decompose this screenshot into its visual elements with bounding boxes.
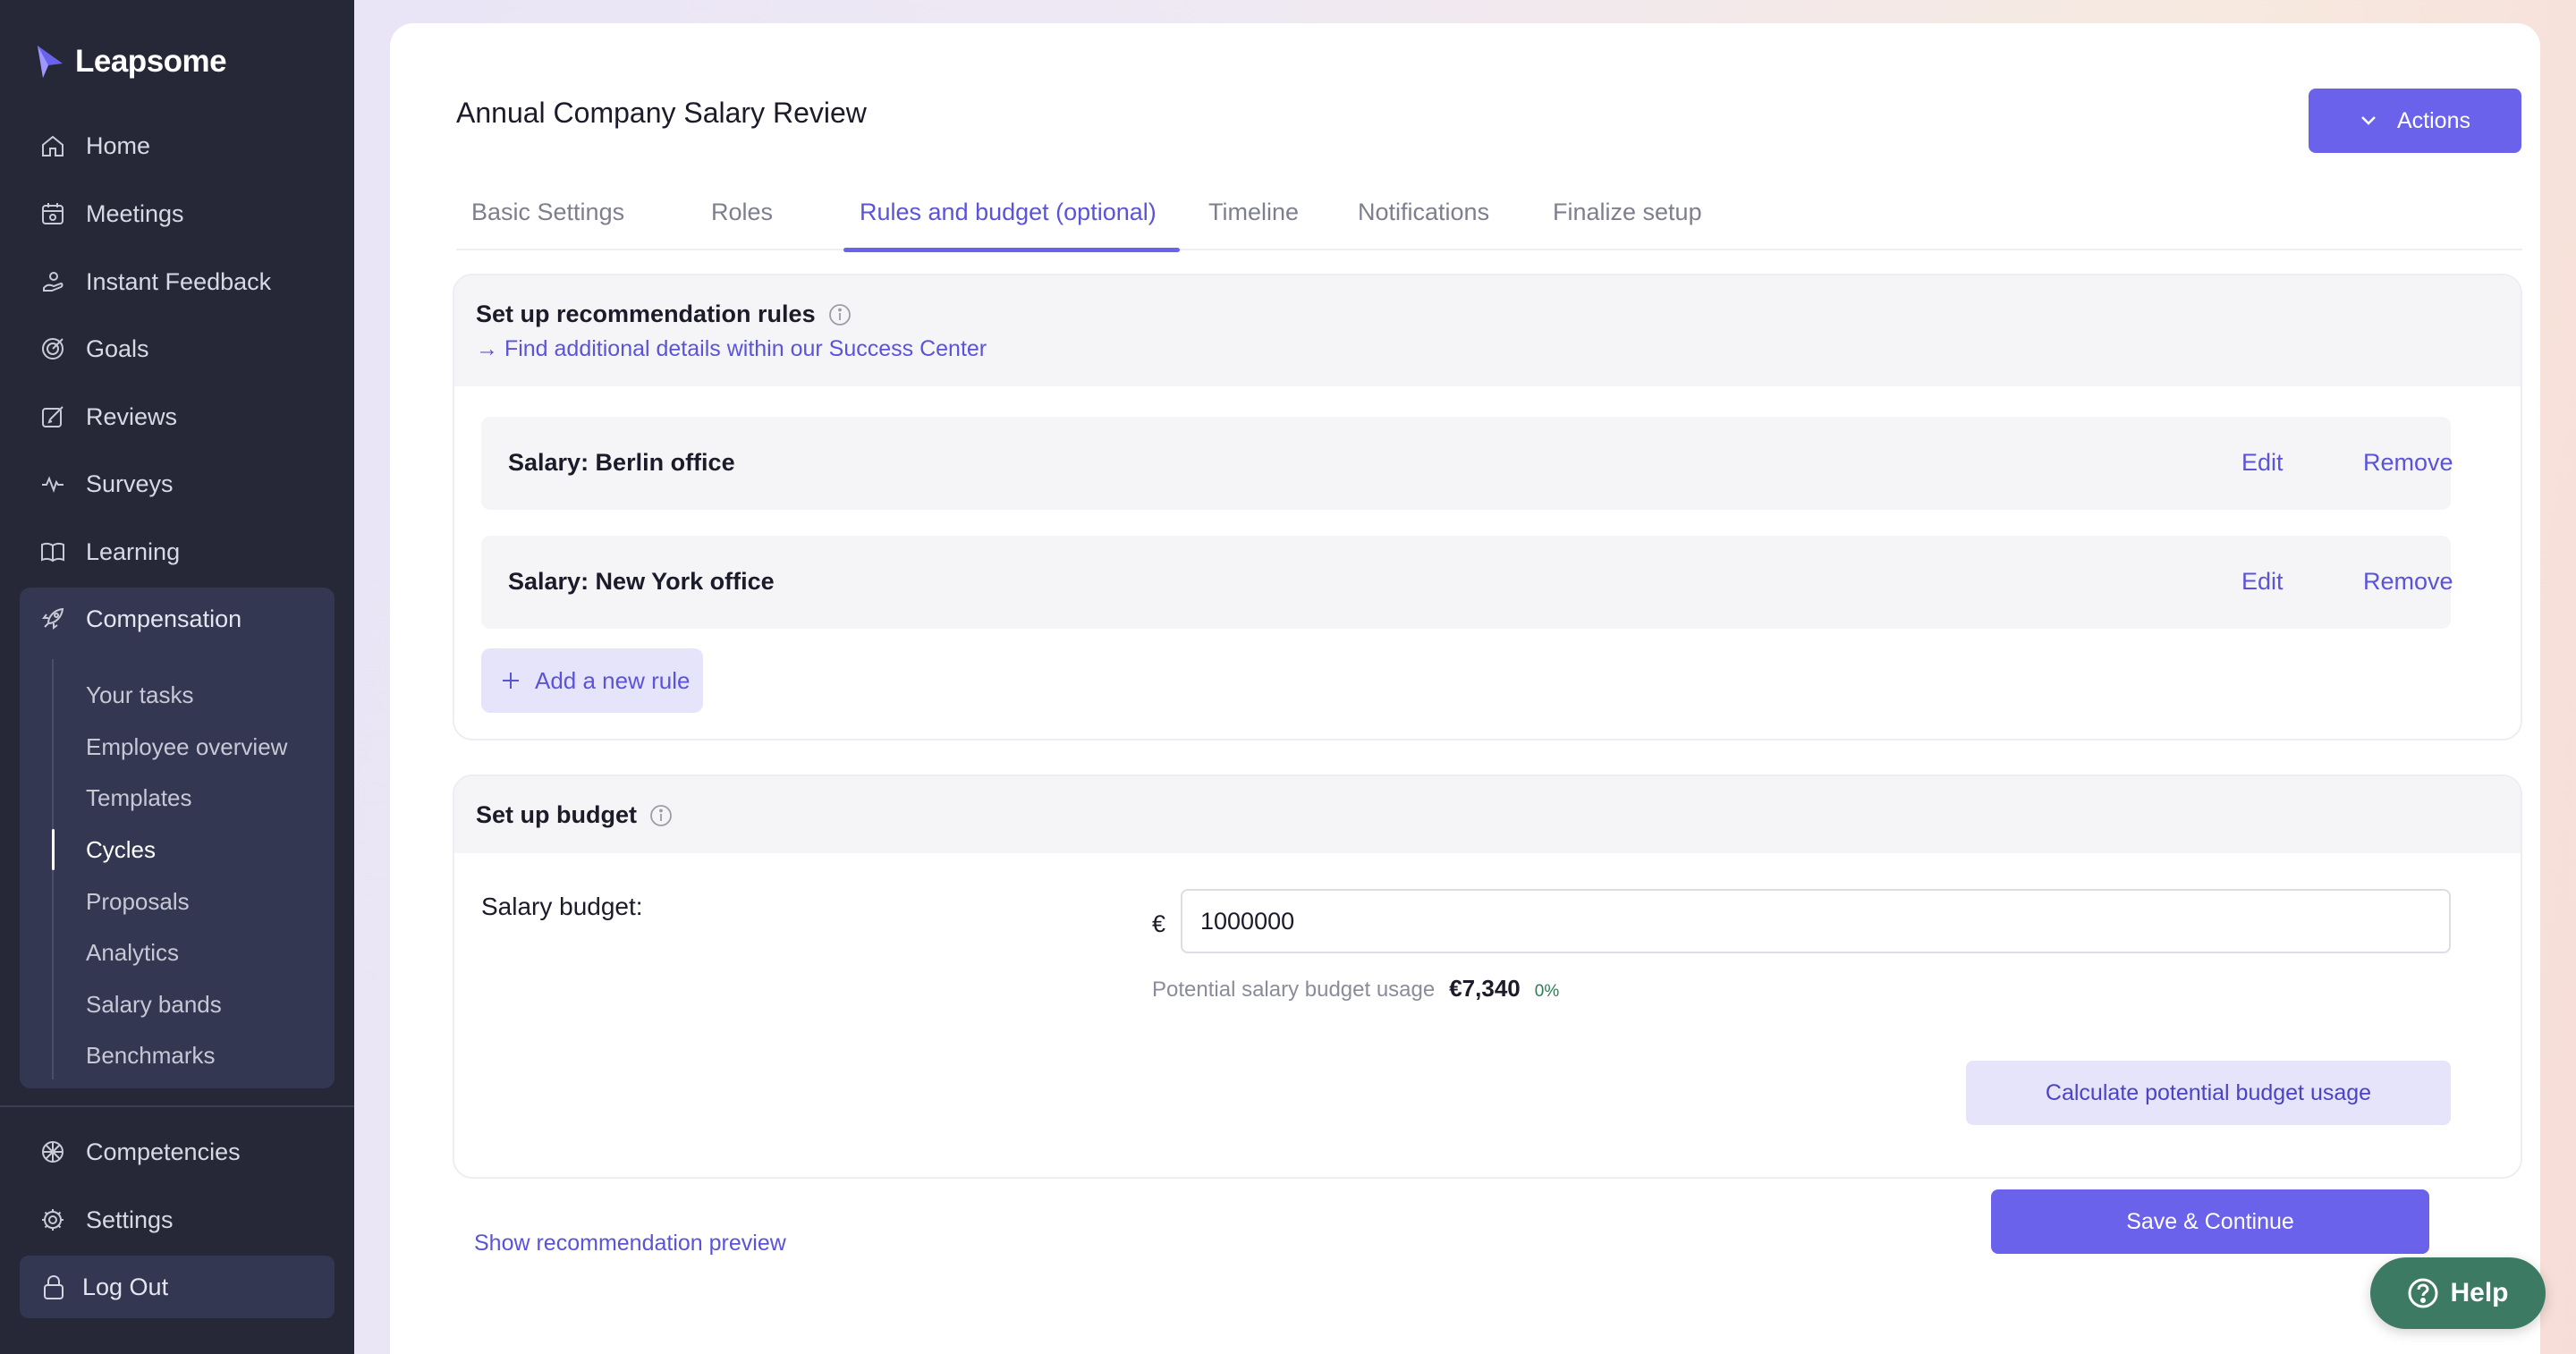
sidebar-item-label: Settings bbox=[86, 1206, 174, 1233]
edit-rule-button[interactable]: Edit bbox=[2241, 568, 2284, 596]
usage-percent: 0% bbox=[1534, 982, 1560, 1001]
usage-value: €7,340 bbox=[1449, 975, 1521, 1002]
calculate-budget-button[interactable]: Calculate potential budget usage bbox=[1966, 1061, 2451, 1125]
show-preview-link[interactable]: Show recommendation preview bbox=[474, 1231, 786, 1257]
rule-row: Salary: Berlin office Edit Remove bbox=[481, 417, 2453, 510]
setup-tabs: Basic Settings Roles Rules and budget (o… bbox=[456, 175, 2522, 252]
panel-title: Set up recommendation rules bbox=[476, 300, 852, 328]
panel-header: Set up recommendation rules → Find addit… bbox=[454, 275, 2521, 386]
subitem-cycles[interactable]: Cycles bbox=[52, 825, 320, 874]
sidebar-item-instant-feedback[interactable]: Instant Feedback bbox=[20, 252, 335, 311]
subitem-benchmarks[interactable]: Benchmarks bbox=[52, 1031, 320, 1079]
sidebar-item-reviews[interactable]: Reviews bbox=[20, 387, 335, 446]
help-button[interactable]: Help bbox=[2370, 1257, 2546, 1329]
sidebar-item-label: Compensation bbox=[86, 605, 242, 632]
success-center-link[interactable]: → Find additional details within our Suc… bbox=[476, 336, 987, 362]
page-title: Annual Company Salary Review bbox=[456, 97, 867, 129]
rules-title: Set up recommendation rules bbox=[476, 300, 816, 327]
goals-icon bbox=[42, 338, 64, 360]
sidebar-divider bbox=[0, 1105, 354, 1107]
compensation-group: Compensation Your tasks Employee overvie… bbox=[20, 588, 335, 1088]
rule-name: Salary: Berlin office bbox=[508, 449, 735, 476]
home-icon bbox=[42, 135, 64, 157]
tab-basic-settings[interactable]: Basic Settings bbox=[471, 175, 624, 250]
tab-timeline[interactable]: Timeline bbox=[1208, 175, 1299, 250]
info-icon[interactable] bbox=[649, 804, 673, 827]
chevron-down-icon bbox=[2361, 116, 2376, 125]
actions-button[interactable]: Actions bbox=[2309, 89, 2521, 153]
sidebar-item-surveys[interactable]: Surveys bbox=[20, 454, 335, 513]
surveys-icon bbox=[42, 476, 64, 493]
rule-row: Salary: New York office Edit Remove bbox=[481, 536, 2453, 629]
info-icon[interactable] bbox=[828, 303, 852, 326]
remove-rule-button[interactable]: Remove bbox=[2363, 449, 2453, 477]
sidebar-item-label: Surveys bbox=[86, 470, 174, 497]
learning-icon bbox=[41, 542, 64, 563]
main-card: Annual Company Salary Review Actions Bas… bbox=[390, 23, 2540, 1354]
feedback-icon bbox=[43, 272, 64, 292]
lock-icon bbox=[44, 1274, 64, 1299]
sidebar-item-label: Competencies bbox=[86, 1138, 241, 1165]
salary-budget-input[interactable] bbox=[1181, 889, 2451, 953]
actions-label: Actions bbox=[2397, 107, 2470, 133]
subitem-employee-overview[interactable]: Employee overview bbox=[52, 723, 320, 771]
tab-roles[interactable]: Roles bbox=[711, 175, 773, 250]
sidebar-item-label: Reviews bbox=[86, 402, 178, 430]
tab-notifications[interactable]: Notifications bbox=[1358, 175, 1489, 250]
sidebar-item-meetings[interactable]: Meetings bbox=[20, 184, 335, 243]
sidebar-item-label: Learning bbox=[86, 537, 181, 565]
sidebar-item-label: Meetings bbox=[86, 199, 184, 227]
recommendation-rules-panel: Set up recommendation rules → Find addit… bbox=[453, 274, 2522, 740]
sidebar-item-home[interactable]: Home bbox=[20, 116, 335, 175]
subitem-salary-bands[interactable]: Salary bands bbox=[52, 980, 320, 1028]
add-rule-label: Add a new rule bbox=[535, 666, 691, 694]
reviews-icon bbox=[42, 406, 64, 427]
budget-title: Set up budget bbox=[476, 801, 637, 828]
currency-symbol: € bbox=[1152, 910, 1166, 937]
rocket-icon bbox=[42, 607, 64, 630]
logout-label: Log Out bbox=[82, 1273, 169, 1300]
brand-name: Leapsome bbox=[75, 44, 227, 79]
tab-rules-and-budget[interactable]: Rules and budget (optional) bbox=[843, 175, 1180, 252]
sidebar-item-compensation[interactable]: Compensation bbox=[20, 588, 335, 650]
tab-finalize-setup[interactable]: Finalize setup bbox=[1553, 175, 1702, 250]
logout-button[interactable]: Log Out bbox=[20, 1256, 335, 1318]
budget-usage: Potential salary budget usage €7,340 0% bbox=[1152, 975, 1559, 1003]
panel-header: Set up budget bbox=[454, 776, 2521, 853]
brand-logo[interactable]: Leapsome bbox=[36, 39, 227, 84]
leapsome-logo-icon bbox=[38, 46, 63, 78]
edit-rule-button[interactable]: Edit bbox=[2241, 449, 2284, 477]
subitem-your-tasks[interactable]: Your tasks bbox=[52, 671, 320, 719]
panel-title: Set up budget bbox=[476, 801, 673, 829]
rule-name: Salary: New York office bbox=[508, 568, 775, 595]
help-icon bbox=[2408, 1278, 2438, 1308]
gear-icon bbox=[42, 1209, 64, 1231]
subitem-proposals[interactable]: Proposals bbox=[52, 877, 320, 926]
sidebar-item-label: Goals bbox=[86, 334, 149, 362]
usage-label: Potential salary budget usage bbox=[1152, 977, 1436, 1002]
sidebar-item-competencies[interactable]: Competencies bbox=[20, 1122, 335, 1181]
sidebar-item-label: Home bbox=[86, 131, 151, 159]
subitem-analytics[interactable]: Analytics bbox=[52, 928, 320, 977]
sidebar-item-goals[interactable]: Goals bbox=[20, 319, 335, 378]
sidebar: Leapsome Home Meetings Instant Feedback … bbox=[0, 0, 354, 1354]
add-rule-button[interactable]: Add a new rule bbox=[481, 648, 703, 713]
sidebar-item-learning[interactable]: Learning bbox=[20, 522, 335, 581]
budget-panel: Set up budget Salary budget: € Potential… bbox=[453, 774, 2522, 1179]
salary-budget-label: Salary budget: bbox=[481, 893, 643, 920]
remove-rule-button[interactable]: Remove bbox=[2363, 568, 2453, 596]
subitem-templates[interactable]: Templates bbox=[52, 774, 320, 822]
plus-icon bbox=[503, 673, 519, 689]
save-continue-button[interactable]: Save & Continue bbox=[1991, 1189, 2429, 1254]
meetings-icon bbox=[42, 203, 64, 224]
sidebar-item-label: Instant Feedback bbox=[86, 267, 272, 295]
competencies-icon bbox=[42, 1141, 64, 1163]
sidebar-item-settings[interactable]: Settings bbox=[20, 1190, 335, 1249]
help-label: Help bbox=[2450, 1278, 2509, 1307]
